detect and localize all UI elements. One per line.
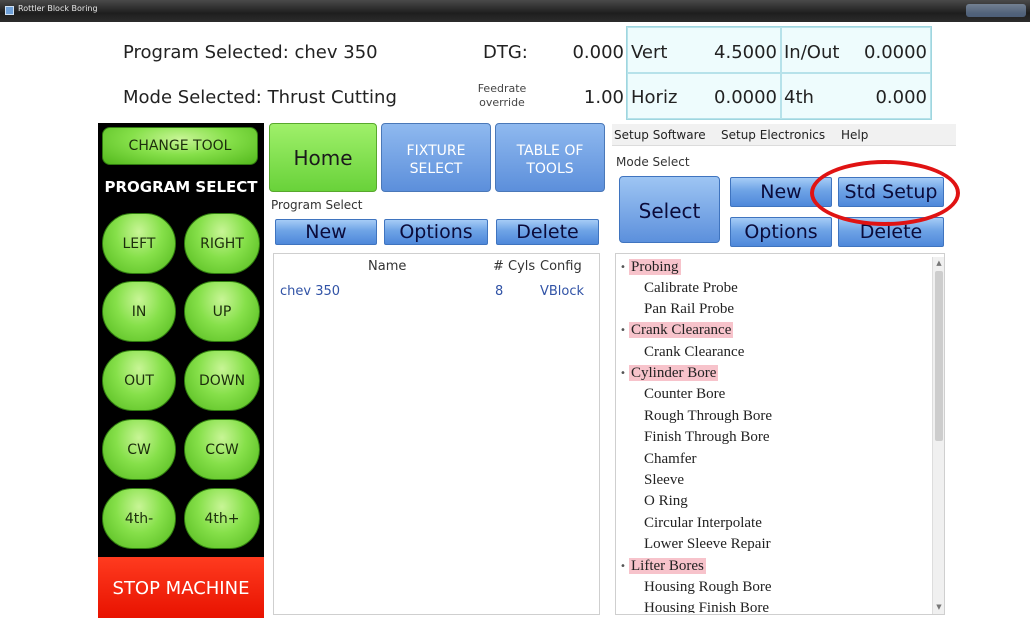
tree-item[interactable]: Counter Bore (644, 386, 725, 403)
axis-readouts: Vert 4.5000 In/Out 0.0000 Horiz 0.0000 4… (626, 26, 932, 120)
change-tool-button[interactable]: CHANGE TOOL (102, 127, 258, 165)
jog-4th-plus-button[interactable]: 4th+ (184, 488, 260, 549)
tab-home[interactable]: Home (269, 123, 377, 192)
jog-4th-minus-button[interactable]: 4th- (102, 488, 176, 549)
tree-item[interactable]: Lower Sleeve Repair (644, 536, 771, 553)
menu-setup-electronics[interactable]: Setup Electronics (721, 128, 825, 142)
tree-item[interactable]: Chamfer (644, 451, 696, 468)
tree-item[interactable]: Rough Through Bore (644, 408, 772, 425)
program-selected-text: Program Selected: chev 350 (123, 42, 378, 63)
program-list[interactable]: Name # Cyls Config chev 350 8 VBlock (273, 253, 600, 615)
scroll-up-icon[interactable]: ▲ (935, 259, 943, 267)
window-controls[interactable] (966, 4, 1026, 17)
tree-item[interactable]: Circular Interpolate (644, 515, 762, 532)
bullet-icon: • (620, 561, 626, 572)
column-header-cyls[interactable]: # Cyls (493, 259, 535, 274)
program-cyls-cell: 8 (495, 284, 504, 299)
tree-category-cylinder-bore[interactable]: Cylinder Bore (629, 365, 719, 382)
fourth-label: 4th (784, 87, 814, 108)
jog-right-button[interactable]: RIGHT (184, 213, 260, 274)
fourth-value: 0.000 (875, 87, 927, 108)
mode-select-label: Mode Select (616, 155, 690, 169)
tree-item[interactable]: Crank Clearance (644, 344, 744, 361)
tree-item[interactable]: O Ring (644, 493, 688, 510)
program-config-cell: VBlock (540, 284, 585, 299)
tree-item[interactable]: Housing Rough Bore (644, 579, 772, 596)
program-select-heading: PROGRAM SELECT (104, 178, 258, 196)
tab-fixture-select[interactable]: FIXTURE SELECT (381, 123, 491, 192)
jog-ccw-button[interactable]: CCW (184, 419, 260, 480)
annotation-circle (810, 160, 960, 226)
bullet-icon: • (620, 368, 626, 379)
mode-options-button[interactable]: Options (730, 217, 832, 247)
jog-up-button[interactable]: UP (184, 281, 260, 342)
tab-fixture-select-label: FIXTURE SELECT (406, 143, 466, 177)
column-header-name[interactable]: Name (368, 259, 406, 274)
tab-table-of-tools[interactable]: TABLE OF TOOLS (495, 123, 605, 192)
tree-category-lifter-bores[interactable]: Lifter Bores (629, 558, 706, 575)
menu-setup-software[interactable]: Setup Software (614, 128, 706, 142)
jog-left-button[interactable]: LEFT (102, 213, 176, 274)
tree-item[interactable]: Sleeve (644, 472, 684, 489)
feedrate-value: 1.00 (583, 87, 624, 108)
program-new-button[interactable]: New (275, 219, 377, 245)
app-icon (5, 6, 14, 15)
tree-category-probing[interactable]: Probing (629, 259, 681, 276)
mode-selected-text: Mode Selected: Thrust Cutting (123, 87, 397, 108)
jog-out-button[interactable]: OUT (102, 350, 176, 411)
vert-label: Vert (631, 42, 668, 63)
column-header-config[interactable]: Config (540, 259, 582, 274)
tab-table-of-tools-label: TABLE OF TOOLS (516, 143, 584, 177)
program-options-button[interactable]: Options (384, 219, 488, 245)
program-name-cell: chev 350 (280, 284, 341, 299)
jog-down-button[interactable]: DOWN (184, 350, 260, 411)
scroll-down-icon[interactable]: ▼ (935, 603, 943, 611)
tree-category-crank-clearance[interactable]: Crank Clearance (629, 322, 734, 339)
menu-help[interactable]: Help (841, 128, 868, 142)
tree-item[interactable]: Pan Rail Probe (644, 301, 734, 318)
window-title: Rottler Block Boring (18, 4, 98, 13)
stop-machine-button[interactable]: STOP MACHINE (98, 557, 264, 618)
mode-tree-scrollbar[interactable]: ▲ ▼ (932, 257, 944, 614)
program-delete-button[interactable]: Delete (496, 219, 599, 245)
menu-bar: Setup Software Setup Electronics Help (612, 124, 956, 146)
tree-item[interactable]: Finish Through Bore (644, 429, 770, 446)
bullet-icon: • (620, 325, 626, 336)
dtg-value: 0.000 (572, 42, 624, 63)
dtg-label: DTG: (483, 42, 528, 63)
jog-in-button[interactable]: IN (102, 281, 176, 342)
horiz-label: Horiz (631, 87, 678, 108)
feedrate-label: Feedrate override (477, 82, 527, 109)
program-select-label: Program Select (271, 198, 363, 212)
scroll-thumb[interactable] (935, 271, 943, 441)
window-titlebar: Rottler Block Boring (0, 0, 1030, 22)
mode-select-button[interactable]: Select (619, 176, 720, 243)
jog-control-panel: CHANGE TOOL PROGRAM SELECT LEFT RIGHT IN… (98, 123, 264, 618)
tree-item[interactable]: Housing Finish Bore (644, 600, 769, 613)
inout-label: In/Out (784, 42, 840, 63)
horiz-value: 0.0000 (714, 87, 777, 108)
bullet-icon: • (620, 262, 626, 273)
tree-item[interactable]: Calibrate Probe (644, 280, 738, 297)
jog-cw-button[interactable]: CW (102, 419, 176, 480)
vert-value: 4.5000 (714, 42, 777, 63)
inout-value: 0.0000 (864, 42, 927, 63)
